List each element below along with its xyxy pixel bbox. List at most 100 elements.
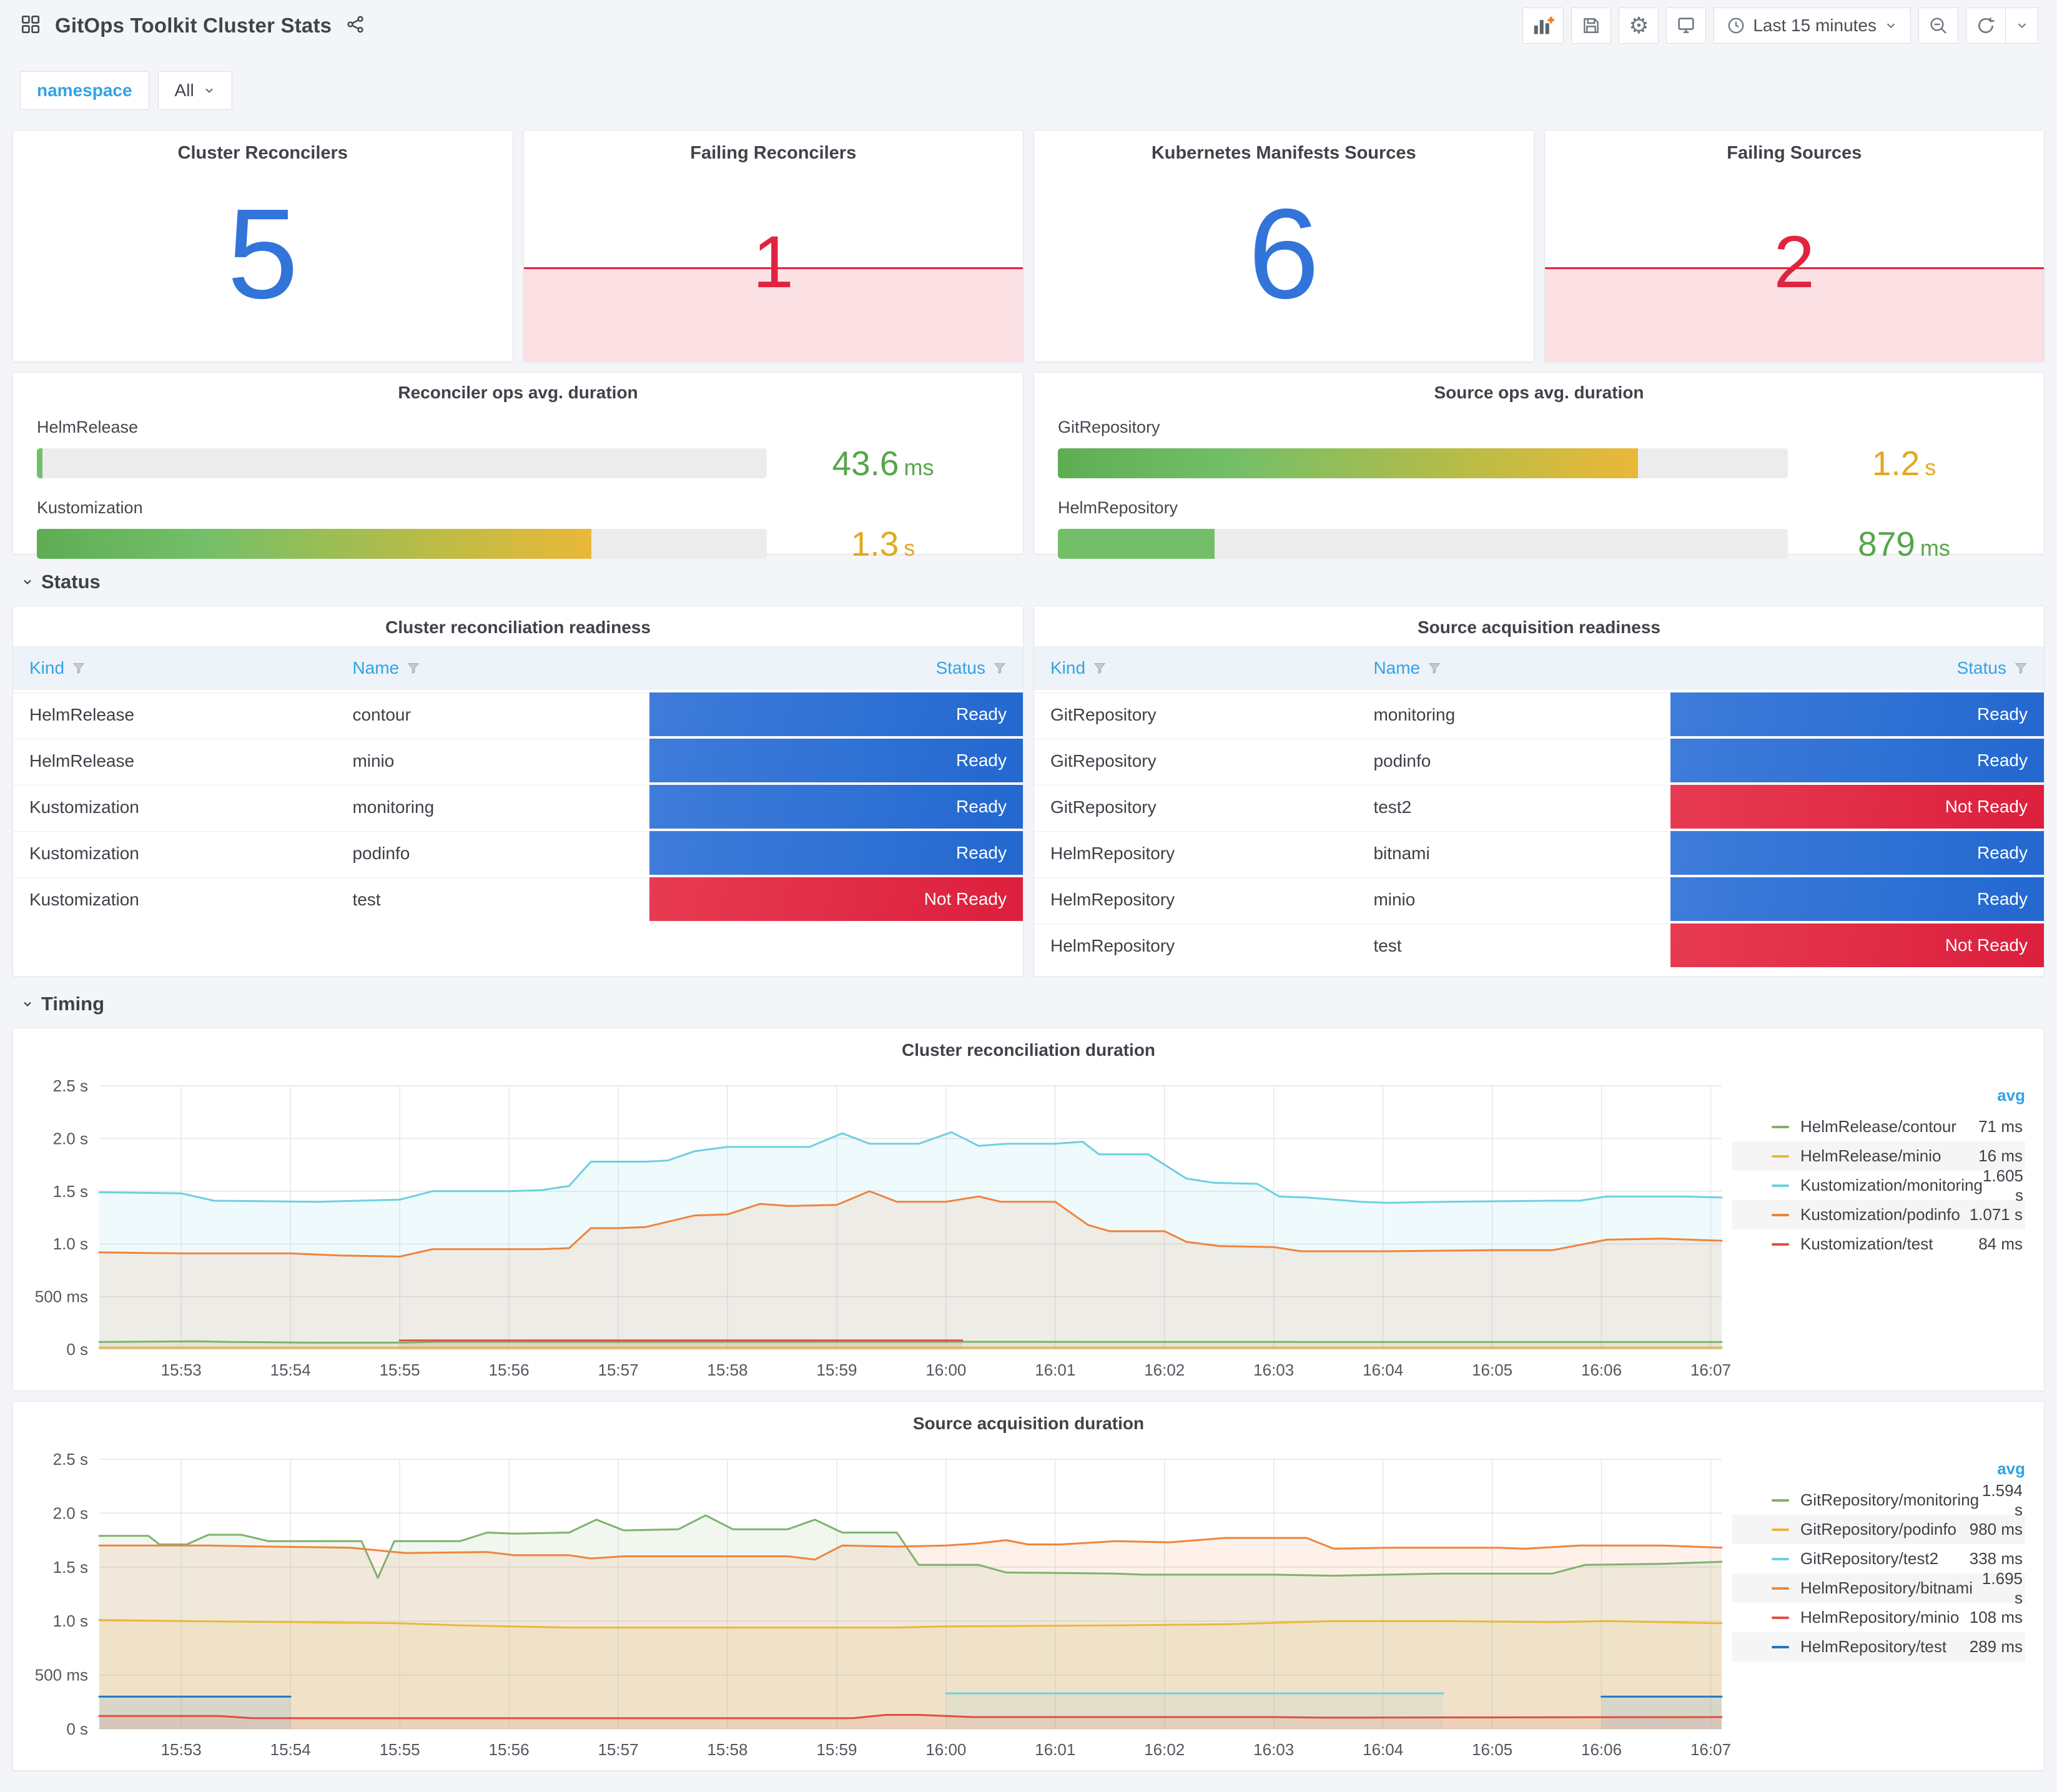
column-header-kind[interactable]: Kind (1034, 646, 1357, 690)
cell-kind: Kustomization (13, 877, 337, 921)
time-series-plot[interactable]: 15:53 15:54 15:55 15:56 15:57 15:58 15:59 16:00… (13, 1440, 1732, 1770)
time-series-plot[interactable]: 15:53 15:54 15:55 15:56 15:57 15:58 15:59 16:00… (13, 1067, 1732, 1391)
cell-kind: HelmRepository (1034, 831, 1358, 875)
time-range-picker[interactable]: Last 15 minutes (1714, 7, 1911, 44)
legend-series-name[interactable]: GitRepository/monitoring (1800, 1490, 1979, 1510)
tables-row: Cluster reconciliation readiness Kind Nam… (12, 606, 2045, 977)
dashboard-settings-button[interactable]: ⚙ (1619, 7, 1659, 44)
namespace-variable-select[interactable]: All (157, 71, 232, 110)
gauge-track (1058, 529, 1788, 559)
table-row: Kustomization test Not Ready (13, 877, 1023, 921)
legend-series-name[interactable]: HelmRelease/contour (1800, 1117, 1978, 1136)
x-axis-tick: 16:01 (1035, 1361, 1075, 1379)
cell-kind: Kustomization (13, 785, 337, 829)
cell-kind: HelmRepository (1034, 877, 1358, 921)
stat-panel-failing-reconcilers[interactable]: Failing Reconcilers 1 (523, 130, 1024, 362)
legend-series-name[interactable]: HelmRepository/minio (1800, 1608, 1970, 1627)
section-title: Timing (41, 993, 105, 1015)
cell-kind: GitRepository (1034, 692, 1358, 736)
gauge-fill (1058, 529, 1215, 559)
cell-kind: HelmRepository (1034, 923, 1358, 967)
stat-value: 2 (1773, 220, 1815, 303)
x-axis-tick: 15:55 (380, 1740, 420, 1759)
chart-svg: 15:53 15:54 15:55 15:56 15:57 15:58 15:59 16:00… (35, 1450, 1731, 1759)
column-header-kind[interactable]: Kind (13, 646, 336, 690)
table-panel-cluster-readiness[interactable]: Cluster reconciliation readiness Kind Nam… (12, 606, 1024, 977)
legend-item[interactable]: HelmRepository/test 289 ms (1732, 1632, 2025, 1662)
filter-funnel-icon[interactable] (993, 661, 1007, 675)
panel-title: Cluster reconciliation readiness (385, 618, 651, 637)
filter-funnel-icon[interactable] (1428, 661, 1441, 675)
refresh-interval-dropdown[interactable] (2006, 7, 2038, 44)
share-icon[interactable] (345, 14, 365, 37)
legend-series-name[interactable]: GitRepository/test2 (1800, 1549, 1970, 1568)
legend-item[interactable]: Kustomization/podinfo 1.071 s (1732, 1200, 2025, 1229)
x-axis-tick: 15:58 (707, 1361, 747, 1379)
legend-item[interactable]: HelmRelease/minio 16 ms (1732, 1141, 2025, 1171)
legend-item[interactable]: HelmRelease/contour 71 ms (1732, 1112, 2025, 1141)
clock-icon (1727, 16, 1745, 35)
legend-item[interactable]: HelmRepository/bitnami 1.695 s (1732, 1569, 2025, 1607)
legend-item[interactable]: GitRepository/monitoring 1.594 s (1732, 1481, 2025, 1519)
status-badge: Ready (649, 785, 1023, 829)
legend-avg-header[interactable]: avg (1732, 1085, 2025, 1112)
cycle-view-button[interactable] (1666, 7, 1707, 44)
add-panel-button[interactable] (1522, 7, 1564, 44)
x-axis-tick: 16:05 (1472, 1361, 1512, 1379)
filter-funnel-icon[interactable] (2014, 661, 2028, 675)
save-dashboard-button[interactable] (1571, 7, 1612, 44)
y-axis-tick: 1.5 s (53, 1558, 88, 1577)
section-timing[interactable]: Timing (12, 977, 2045, 1028)
chart-panel-source-acquisition[interactable]: Source acquisition duration 15:53 15:54 15… (12, 1401, 2045, 1771)
legend-item[interactable]: Kustomization/monitoring 1.605 s (1732, 1166, 2025, 1204)
cell-kind: GitRepository (1034, 739, 1358, 782)
status-badge: Not Ready (649, 877, 1023, 921)
chevron-down-icon (205, 88, 213, 93)
legend-series-name[interactable]: HelmRepository/bitnami (1800, 1578, 1973, 1598)
gauge-fill (37, 529, 592, 559)
filter-funnel-icon[interactable] (72, 661, 86, 675)
stat-panel-manifests-sources[interactable]: Kubernetes Manifests Sources 6 (1033, 130, 1534, 362)
gauge-track (37, 448, 767, 478)
legend-series-color (1772, 1616, 1789, 1619)
table-row: HelmRepository minio Ready (1034, 877, 2044, 921)
legend-series-name[interactable]: HelmRepository/test (1800, 1637, 1970, 1657)
time-range-label: Last 15 minutes (1753, 16, 1877, 35)
legend-series-name[interactable]: Kustomization/test (1800, 1234, 1978, 1254)
filter-funnel-icon[interactable] (1093, 661, 1107, 675)
table-panel-source-readiness[interactable]: Source acquisition readiness Kind Name Sta… (1033, 606, 2045, 977)
gauge-panel-source-ops[interactable]: Source ops avg. duration GitRepository 1… (1033, 372, 2045, 563)
chevron-down-icon (1884, 19, 1898, 32)
column-header-status[interactable]: Status (649, 646, 1023, 690)
x-axis-tick: 15:58 (707, 1740, 747, 1759)
column-header-name[interactable]: Name (1357, 646, 1670, 690)
x-axis-tick: 15:54 (270, 1361, 311, 1379)
legend-item[interactable]: HelmRepository/minio 108 ms (1732, 1603, 2025, 1632)
y-axis-tick: 2.0 s (53, 1504, 88, 1522)
legend-item[interactable]: GitRepository/podinfo 980 ms (1732, 1515, 2025, 1544)
y-axis-tick: 500 ms (35, 1666, 88, 1685)
zoom-out-button[interactable] (1918, 7, 1958, 44)
gauge-panel-reconciler-ops[interactable]: Reconciler ops avg. duration HelmRelease… (12, 372, 1024, 563)
legend-series-name[interactable]: Kustomization/podinfo (1800, 1205, 1970, 1224)
refresh-button[interactable] (1966, 7, 2006, 44)
status-badge: Ready (1670, 692, 2044, 736)
gauge-label: Kustomization (37, 498, 143, 517)
x-axis-tick: 15:56 (489, 1740, 530, 1759)
apps-grid-icon[interactable] (20, 14, 41, 38)
gear-icon: ⚙ (1629, 12, 1649, 38)
legend-series-avg: 1.071 s (1969, 1205, 2023, 1224)
column-header-name[interactable]: Name (336, 646, 649, 690)
series-fill-HelmRepository/test (1601, 1696, 1722, 1729)
legend-series-name[interactable]: HelmRelease/minio (1800, 1146, 1978, 1166)
legend-series-name[interactable]: GitRepository/podinfo (1800, 1520, 1970, 1539)
filter-funnel-icon[interactable] (407, 661, 420, 675)
stat-panel-cluster-reconcilers[interactable]: Cluster Reconcilers 5 (12, 130, 513, 362)
column-header-status[interactable]: Status (1670, 646, 2044, 690)
legend-item[interactable]: Kustomization/test 84 ms (1732, 1229, 2025, 1259)
chart-panel-cluster-reconciliation[interactable]: Cluster reconciliation duration 15:53 15:… (12, 1028, 2045, 1391)
stat-panel-failing-sources[interactable]: Failing Sources 2 (1544, 130, 2045, 362)
cell-name: monitoring (336, 785, 649, 829)
legend-series-avg: 108 ms (1969, 1608, 2023, 1627)
legend-series-name[interactable]: Kustomization/monitoring (1800, 1176, 1983, 1195)
